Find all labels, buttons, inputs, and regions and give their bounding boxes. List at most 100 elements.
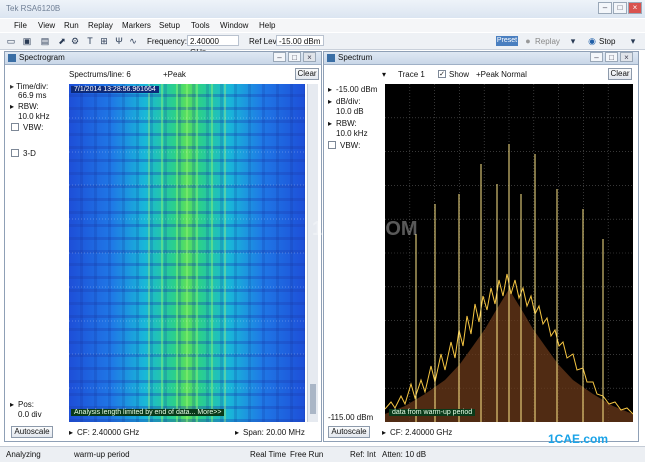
maximize-button[interactable]: □ [613,2,627,14]
spectrum-autoscale-button[interactable]: Autoscale [328,426,370,438]
minimize-button[interactable]: – [598,2,612,14]
spectrum-display[interactable]: data from warm-up period [385,84,633,422]
menu-setup[interactable]: Setup [159,21,180,30]
scrollbar-thumb[interactable] [310,384,316,414]
menu-markers[interactable]: Markers [122,21,151,30]
spectrogram-scrollbar[interactable] [307,84,318,422]
spectrogram-span[interactable]: Span: 20.00 MHz [243,428,305,437]
expand-icon[interactable]: ▸ [10,82,14,91]
expand-icon[interactable]: ▸ [69,428,73,437]
spectrum-cf[interactable]: CF: 2.40000 GHz [390,428,452,437]
spectrum-ref-value[interactable]: -15.00 dBm [336,85,377,94]
spectrum-rbw-value[interactable]: 10.0 kHz [336,129,368,138]
folder-icon[interactable]: ▭ [6,36,16,46]
show-checkbox[interactable]: ✓ [438,70,446,78]
frequency-label: Frequency: [147,37,188,46]
spectrogram-vbw-label: VBW: [23,123,44,132]
show-label: Show [449,70,470,79]
spectrum-vbw-label: VBW: [340,141,361,150]
expand-icon[interactable]: ▸ [235,428,239,437]
spectrogram-title: Spectrogram [19,53,65,62]
spectrum-annotation: data from warm-up period [389,409,476,416]
replay-button[interactable]: Replay [535,37,560,46]
spectrogram-titlebar: Spectrogram – □ × [5,52,321,65]
measure-icon[interactable]: ∿ [128,36,138,46]
print-icon[interactable]: ▤ [40,36,50,46]
antenna-icon[interactable]: Ψ [114,36,124,46]
spectrum-clear-button[interactable]: Clear [608,68,632,80]
pos-label: Pos: [18,400,35,409]
spectrum-titlebar: Spectrum – □ × [324,52,638,65]
time-div-value[interactable]: 66.9 ms [18,91,46,100]
spectrum-icon [327,54,335,62]
ref-level-input[interactable]: -15.00 dBm [276,35,324,46]
frequency-input[interactable]: 2.40000 GHz [187,35,239,57]
spectrogram-timestamp: 7/1/2014 13:28:56.961664 [71,86,159,93]
expand-icon[interactable]: ▸ [328,85,332,94]
spectrogram-cf[interactable]: CF: 2.40000 GHz [77,428,139,437]
replay-dropdown-icon[interactable]: ▾ [568,36,578,46]
spectrum-close-button[interactable]: × [620,52,633,62]
expand-icon[interactable]: ▸ [328,97,332,106]
threed-label: 3-D [23,149,36,158]
menu-replay[interactable]: Replay [88,21,113,30]
spectrum-vbw-checkbox[interactable] [328,141,336,149]
graph-icon[interactable]: ⊞ [99,36,109,46]
marker-icon[interactable]: ⬈ [57,36,67,46]
menu-help[interactable]: Help [259,21,275,30]
expand-icon[interactable]: ▸ [10,102,14,111]
preset-button[interactable]: Preset [496,36,518,46]
spectrum-minimize-button[interactable]: – [590,52,603,62]
menu-tools[interactable]: Tools [191,21,210,30]
app-title: Tek RSA6120B [6,4,61,13]
close-button[interactable]: × [628,2,642,14]
analysis-warning[interactable]: Analysis length limited by end of data..… [71,409,225,416]
spectrogram-minimize-button[interactable]: – [273,52,286,62]
status-bar: Analyzing warm-up period Real Time Free … [0,446,645,462]
spectrogram-maximize-button[interactable]: □ [288,52,301,62]
ref-level-label: Ref Lev: [249,37,279,46]
time-div-group: ▸ Time/div: [10,82,48,91]
spectrogram-detector[interactable]: +Peak [163,70,186,79]
text-icon[interactable]: T [85,36,95,46]
watermark-site: 1CAE.COM [312,218,418,240]
menu-view[interactable]: View [38,21,55,30]
expand-icon[interactable]: ▸ [382,428,386,437]
status-state: Analyzing [6,450,41,459]
pos-value[interactable]: 0.0 div [18,410,42,419]
spectrum-panel: Spectrum – □ × ▾ Trace 1 ✓ Show +Peak No… [323,51,639,442]
spectrogram-display[interactable]: 7/1/2014 13:28:56.961664 Analysis length… [69,84,305,422]
spectrogram-rbw-value[interactable]: 10.0 kHz [18,112,50,121]
toolbar: ▭ ▣ ▤ ⬈ ⚙ T ⊞ Ψ ∿ Frequency: 2.40000 GHz… [0,33,645,57]
expand-icon[interactable]: ▸ [10,400,14,409]
chevron-down-icon[interactable]: ▾ [382,70,386,79]
replay-icon: ● [525,36,531,46]
db-div-value[interactable]: 10.0 dB [336,107,364,116]
stop-dropdown-icon[interactable]: ▾ [628,36,638,46]
spectrum-maximize-button[interactable]: □ [605,52,618,62]
spectrum-rbw-label: RBW: [336,119,357,128]
settings-icon[interactable]: ⚙ [70,36,80,46]
spectrum-detector[interactable]: +Peak Normal [476,70,527,79]
spectrums-per-line: Spectrums/line: 6 [69,70,131,79]
trace-selector[interactable]: Trace 1 [398,70,425,79]
time-div-label: Time/div: [16,82,49,91]
menu-file[interactable]: File [14,21,27,30]
stop-button[interactable]: Stop [599,37,615,46]
menu-run[interactable]: Run [64,21,79,30]
spectrogram-close-button[interactable]: × [303,52,316,62]
spectrogram-autoscale-button[interactable]: Autoscale [11,426,53,438]
spectrum-graph [385,84,633,422]
menu-window[interactable]: Window [220,21,248,30]
spectrogram-rbw-label: RBW: [18,102,39,111]
spectrum-bottom-value: -115.00 dBm [328,413,374,422]
save-icon[interactable]: ▣ [22,36,32,46]
status-atten: Atten: 10 dB [382,450,427,459]
threed-checkbox[interactable] [11,149,19,157]
spectrogram-clear-button[interactable]: Clear [295,68,319,80]
spectrogram-vbw-checkbox[interactable] [11,123,19,131]
status-run: Free Run [290,450,324,459]
spectrogram-graph [69,84,305,422]
status-mode: Real Time [250,450,287,459]
expand-icon[interactable]: ▸ [328,119,332,128]
